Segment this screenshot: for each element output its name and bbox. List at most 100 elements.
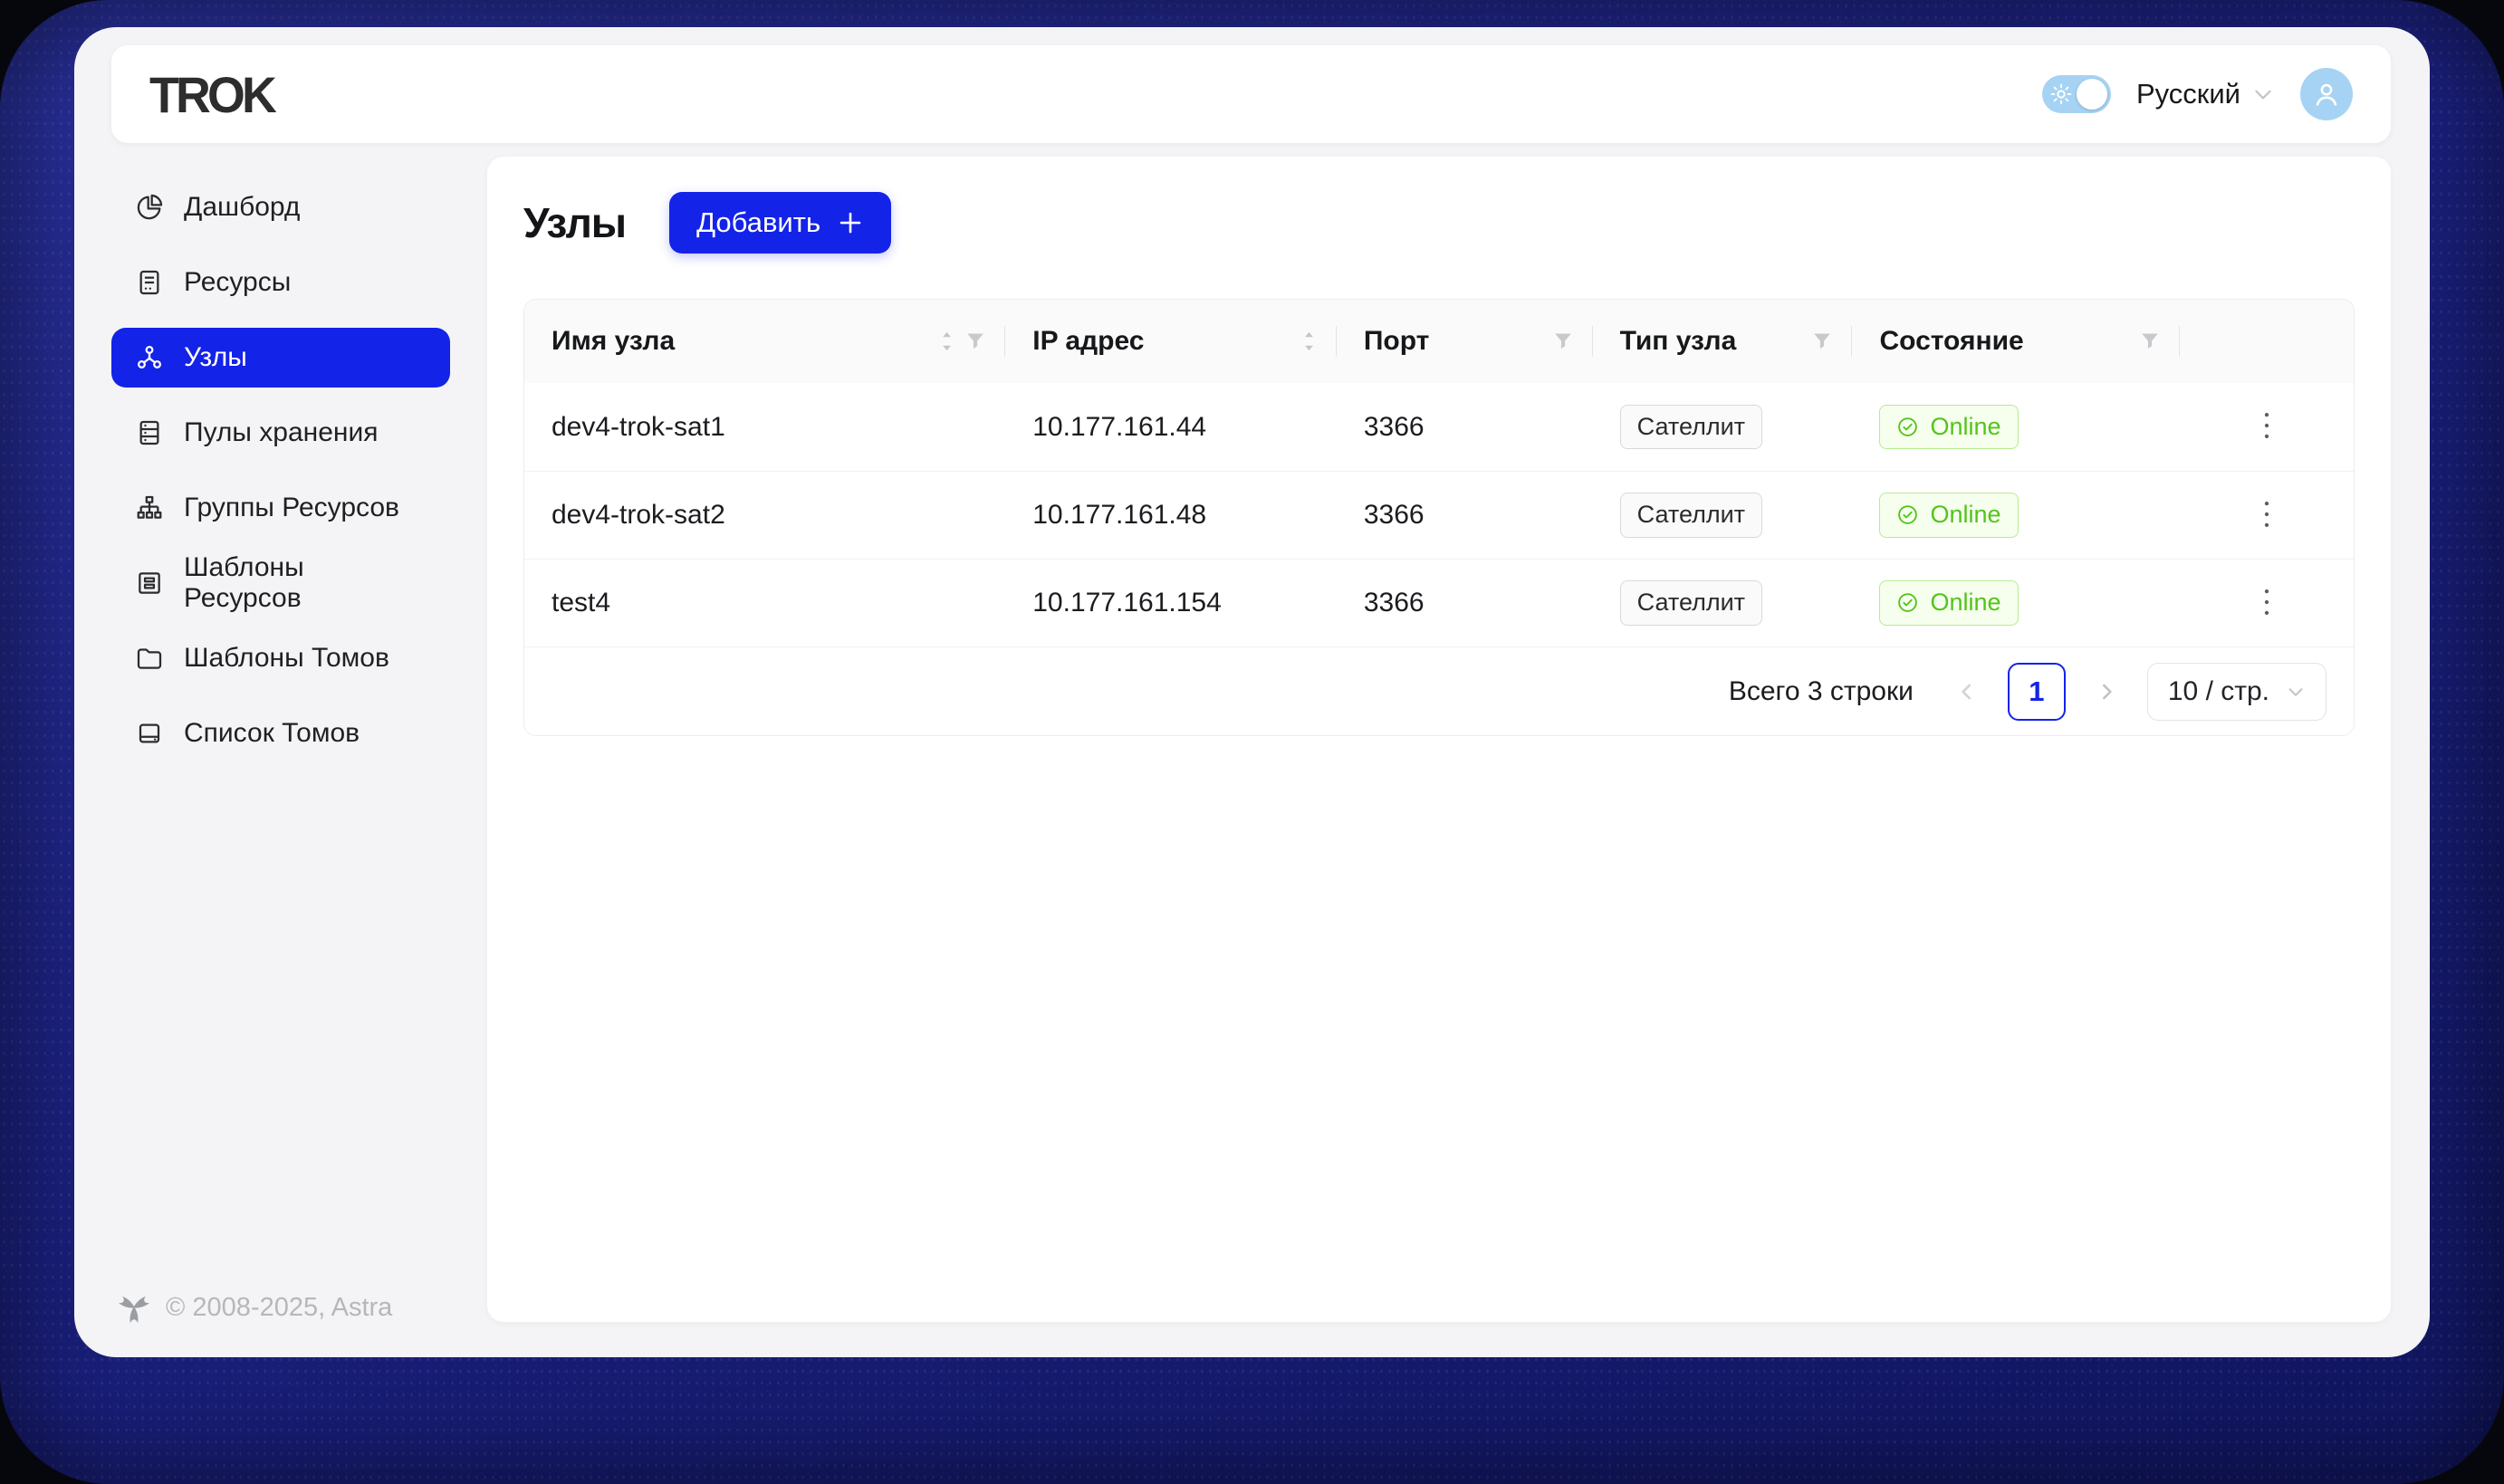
sidebar-item-volume-templates[interactable]: Шаблоны Томов	[111, 628, 450, 688]
column-header-type: Тип узла	[1593, 300, 1853, 383]
add-node-button-label: Добавить	[696, 206, 821, 238]
drive-icon	[139, 723, 160, 743]
sorter-icon[interactable]	[939, 330, 955, 353]
page-size-select[interactable]: 10 / стр.	[2146, 662, 2327, 721]
filter-icon[interactable]	[965, 331, 985, 351]
copyright-footer: © 2008-2025, Astra	[115, 1288, 392, 1326]
nodes-table: Имя узла IP адрес Порт Тип узла Состояни…	[523, 299, 2355, 736]
user-icon	[2316, 83, 2337, 106]
row-menu-button[interactable]	[2246, 401, 2288, 453]
folder-icon	[137, 648, 162, 669]
sidebar-item-volume-list[interactable]: Список Томов	[111, 704, 450, 763]
nodes-icon	[137, 345, 161, 369]
pie-chart-icon	[137, 194, 163, 220]
copyright-text: © 2008-2025, Astra	[166, 1292, 393, 1322]
status-label: Online	[1930, 589, 2001, 617]
pagination-prev-button[interactable]	[1948, 673, 1986, 711]
database-icon	[139, 420, 159, 445]
top-header: TROK Русский	[111, 45, 2391, 143]
cell-node-name: test4	[552, 588, 611, 618]
pagination-total: Всего 3 строки	[1728, 675, 1914, 706]
page-header: Узлы Добавить	[523, 191, 2355, 254]
check-circle-icon	[1898, 417, 1918, 436]
cell-node-port: 3366	[1363, 500, 1425, 530]
sidebar-item-nodes[interactable]: Узлы	[111, 328, 450, 388]
sidebar-item-resources[interactable]: Ресурсы	[111, 253, 450, 312]
cell-actions	[2180, 490, 2354, 541]
chevron-down-icon	[2288, 687, 2303, 696]
pagination-next-button[interactable]	[2087, 673, 2125, 711]
node-type-tag: Сателлит	[1619, 404, 1763, 450]
column-header-ip: IP адрес	[1005, 300, 1337, 383]
cell-node-state: Online	[1852, 404, 2180, 450]
add-node-button[interactable]: Добавить	[669, 192, 892, 254]
sidebar-item-label: Список Томов	[184, 718, 360, 748]
chevron-left-icon	[1962, 684, 1971, 699]
sidebar-item-resource-templates[interactable]: Шаблоны Ресурсов	[111, 552, 450, 613]
header-controls: Русский	[2041, 68, 2353, 120]
cell-node-port: 3366	[1363, 588, 1425, 618]
status-label: Online	[1930, 501, 2001, 529]
sidebar-nav: Дашборд Ресурсы Узлы Пулы хранения Групп…	[111, 177, 450, 779]
ellipsis-vertical-icon	[2264, 501, 2269, 527]
sorter-icon[interactable]	[1301, 330, 1317, 353]
sidebar-item-label: Группы Ресурсов	[184, 493, 399, 522]
table-header-row: Имя узла IP адрес Порт Тип узла Состояни…	[524, 300, 2354, 383]
language-label: Русский	[2135, 78, 2240, 110]
app-logo: TROK	[149, 65, 277, 123]
row-menu-button[interactable]	[2246, 490, 2288, 541]
sun-icon	[2050, 83, 2072, 105]
cell-node-state: Online	[1852, 580, 2180, 626]
column-header-actions	[2180, 300, 2354, 383]
column-label: Имя узла	[552, 326, 676, 356]
ellipsis-vertical-icon	[2264, 589, 2269, 615]
column-controls	[2140, 331, 2160, 351]
status-badge: Online	[1879, 404, 2019, 450]
page-title: Узлы	[523, 199, 627, 246]
sidebar-item-resource-groups[interactable]: Группы Ресурсов	[111, 478, 450, 538]
cell-node-name: dev4-trok-sat1	[552, 411, 725, 442]
sidebar-item-label: Дашборд	[184, 192, 301, 222]
column-label: Тип узла	[1619, 326, 1737, 356]
column-controls	[939, 330, 985, 353]
check-circle-icon	[1898, 505, 1918, 525]
cell-node-type: Сателлит	[1593, 404, 1853, 450]
column-label: IP адрес	[1032, 326, 1145, 356]
toggle-knob	[2076, 79, 2107, 110]
check-circle-icon	[1898, 593, 1918, 613]
app-window: TROK Русский Дашборд Ресурсы Узлы Пулы х…	[74, 27, 2430, 1357]
status-label: Online	[1930, 412, 2001, 440]
cell-node-state: Online	[1852, 493, 2180, 538]
user-avatar[interactable]	[2300, 68, 2353, 120]
sidebar-item-storage-pools[interactable]: Пулы хранения	[111, 403, 450, 463]
cell-node-ip: 10.177.161.44	[1032, 411, 1207, 442]
column-header-name: Имя узла	[524, 300, 1006, 383]
table-row: dev4-trok-sat2 10.177.161.48 3366 Сателл…	[524, 471, 2354, 559]
cell-node-name: dev4-trok-sat2	[552, 500, 725, 530]
node-type-tag: Сателлит	[1619, 580, 1763, 626]
cell-node-type: Сателлит	[1593, 493, 1853, 538]
sidebar-item-label: Пулы хранения	[184, 417, 379, 447]
column-controls	[1553, 331, 1573, 351]
table-row: dev4-trok-sat1 10.177.161.44 3366 Сателл…	[524, 383, 2354, 471]
pagination-page-1[interactable]: 1	[2007, 662, 2066, 721]
column-controls	[1301, 330, 1317, 353]
page-size-value: 10 / стр.	[2167, 675, 2269, 706]
column-header-state: Состояние	[1852, 300, 2181, 383]
filter-icon[interactable]	[2140, 331, 2160, 351]
sidebar-item-dashboard[interactable]: Дашборд	[111, 177, 450, 237]
template-icon	[139, 572, 160, 594]
column-controls	[1812, 331, 1832, 351]
filter-icon[interactable]	[1553, 331, 1573, 351]
sidebar-item-label: Шаблоны Ресурсов	[184, 552, 304, 613]
status-badge: Online	[1879, 493, 2019, 538]
filter-icon[interactable]	[1812, 331, 1832, 351]
chevron-right-icon	[2102, 684, 2112, 699]
ellipsis-vertical-icon	[2264, 413, 2269, 438]
column-label: Состояние	[1879, 326, 2024, 356]
cluster-icon	[137, 495, 162, 519]
theme-toggle[interactable]	[2041, 75, 2111, 113]
cell-node-type: Сателлит	[1593, 580, 1853, 626]
language-selector[interactable]: Русский	[2136, 78, 2275, 110]
row-menu-button[interactable]	[2246, 578, 2288, 629]
